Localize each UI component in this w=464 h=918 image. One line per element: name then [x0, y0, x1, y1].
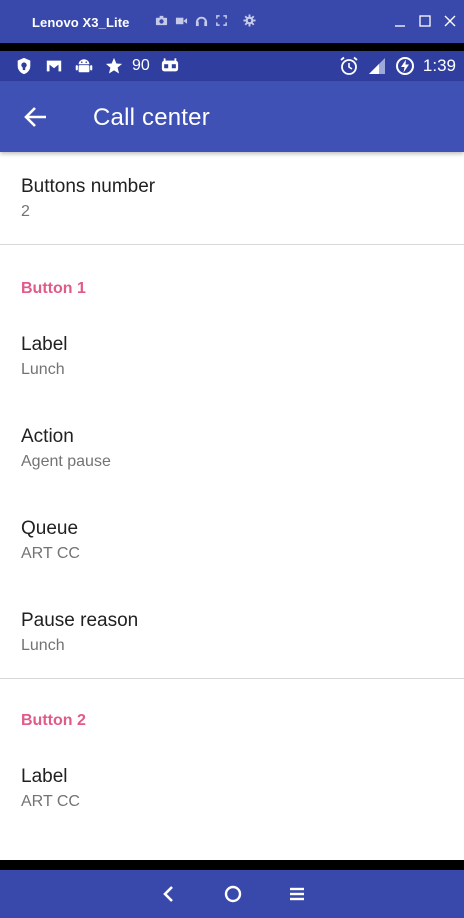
pref-summary: ART CC: [21, 545, 80, 562]
pref-summary: ART CC: [21, 793, 80, 810]
alarm-icon: [340, 56, 358, 75]
status-time: 1:39: [422, 56, 456, 75]
home-icon[interactable]: [222, 883, 244, 905]
notification-count: 90: [132, 57, 150, 74]
pref-title: Buttons number: [21, 176, 156, 197]
pref-title: Queue: [21, 518, 79, 539]
settings-icon[interactable]: [243, 14, 256, 27]
pref-title: Label: [21, 334, 68, 355]
category-button-1: Button 1: [21, 280, 86, 297]
camera-icon[interactable]: [155, 14, 168, 27]
headphones-icon[interactable]: [195, 14, 208, 27]
star-icon: [105, 57, 123, 74]
android-icon: [75, 59, 93, 73]
pref-summary: Lunch: [21, 637, 65, 654]
pref-summary: Lunch: [21, 361, 65, 378]
window-title: Lenovo X3_Lite: [32, 15, 130, 30]
battery-charging-icon: [395, 57, 414, 75]
status-bar: 90 1:39: [0, 51, 464, 81]
window-controls: [392, 13, 458, 29]
page-title: Call center: [93, 104, 210, 131]
status-system: 1:39: [339, 56, 456, 76]
back-icon[interactable]: [158, 883, 180, 905]
section-divider: [0, 678, 464, 679]
pref-summary: Agent pause: [21, 453, 111, 470]
pref-summary: 2: [21, 203, 30, 220]
window-separator: [0, 43, 464, 51]
pref-button1-action[interactable]: Action Agent pause: [0, 406, 464, 498]
pref-button1-pause-reason[interactable]: Pause reason Lunch: [0, 590, 464, 678]
back-arrow-icon[interactable]: [22, 103, 50, 131]
window-title-bar: Lenovo X3_Lite: [0, 0, 464, 43]
window-toolbar: [155, 14, 256, 27]
signal-icon: [368, 58, 385, 74]
close-icon[interactable]: [442, 13, 458, 29]
status-notifications: 90: [14, 57, 180, 75]
pref-button2-label[interactable]: Label ART CC: [0, 746, 464, 838]
category-button-2: Button 2: [21, 712, 86, 729]
video-icon[interactable]: [175, 14, 188, 27]
settings-list: Buttons number 2 Button 1 Label Lunch Ac…: [0, 152, 464, 860]
pref-title: Action: [21, 426, 74, 447]
app-bar: Call center: [0, 81, 464, 152]
pref-buttons-number[interactable]: Buttons number 2: [0, 152, 464, 244]
cyanogen-icon: [161, 58, 178, 72]
maximize-icon[interactable]: [417, 13, 433, 29]
gmail-icon: [46, 60, 62, 72]
navigation-bar: [0, 870, 464, 918]
pref-button1-label[interactable]: Label Lunch: [0, 314, 464, 406]
nav-separator: [0, 860, 464, 870]
pref-title: Pause reason: [21, 610, 139, 631]
fullscreen-icon[interactable]: [215, 14, 228, 27]
device-frame: Lenovo X3_Lite 90 1:39 Call center Butto…: [0, 0, 464, 918]
section-divider: [0, 244, 464, 245]
menu-icon[interactable]: [286, 883, 308, 905]
shield-icon: [17, 57, 31, 75]
minimize-icon[interactable]: [392, 13, 408, 29]
pref-button1-queue[interactable]: Queue ART CC: [0, 498, 464, 590]
pref-title: Label: [21, 766, 68, 787]
